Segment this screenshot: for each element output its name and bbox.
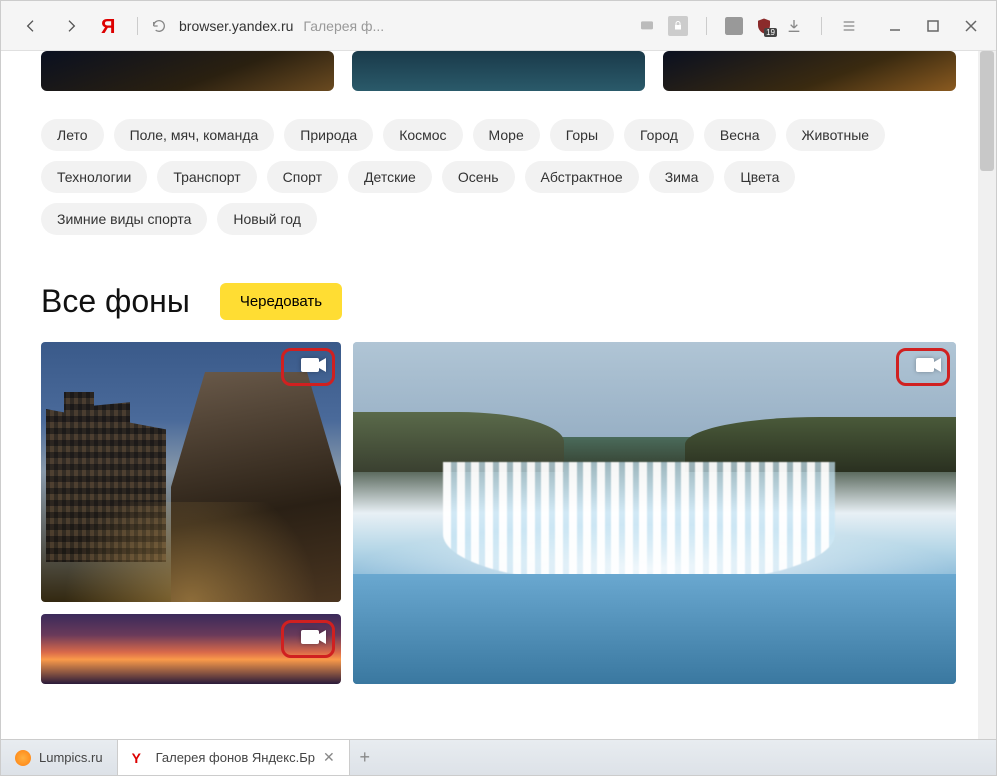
background-tile-city[interactable] — [41, 342, 341, 602]
reload-button[interactable] — [149, 16, 169, 36]
page-content: Лето Поле, мяч, команда Природа Космос Море Г… — [1, 51, 996, 739]
comment-icon[interactable] — [638, 17, 656, 35]
browser-toolbar: Я browser.yandex.ru Галерея ф... 19 — [1, 1, 996, 51]
divider — [137, 17, 138, 35]
category-tag[interactable]: Город — [624, 119, 694, 151]
shield-badge: 19 — [764, 28, 777, 37]
category-tag[interactable]: Поле, мяч, команда — [114, 119, 275, 151]
tab-bar: Lumpics.ru Y Галерея фонов Яндекс.Бр ✕ + — [1, 739, 996, 775]
arrow-left-icon — [23, 18, 39, 34]
window-controls — [880, 11, 986, 41]
heading-row: Все фоны Чередовать — [41, 283, 956, 320]
address-url: browser.yandex.ru — [179, 18, 293, 34]
address-bar[interactable]: browser.yandex.ru Галерея ф... — [179, 18, 384, 34]
tab-gallery[interactable]: Y Галерея фонов Яндекс.Бр ✕ — [118, 740, 350, 775]
minimize-button[interactable] — [880, 11, 910, 41]
extension-shield-icon[interactable]: 19 — [755, 17, 773, 35]
forward-button[interactable] — [56, 11, 86, 41]
category-tag[interactable]: Море — [473, 119, 540, 151]
reload-icon — [151, 18, 167, 34]
category-tag[interactable]: Транспорт — [157, 161, 256, 193]
new-tab-button[interactable]: + — [350, 747, 380, 768]
toolbar-right: 19 — [638, 11, 986, 41]
category-tag[interactable]: Осень — [442, 161, 515, 193]
category-tag[interactable]: Зима — [649, 161, 715, 193]
shuffle-button[interactable]: Чередовать — [220, 283, 342, 320]
tab-label: Lumpics.ru — [39, 750, 103, 765]
tag-list: Лето Поле, мяч, команда Природа Космос Море Г… — [41, 119, 956, 235]
tab-label: Галерея фонов Яндекс.Бр — [156, 750, 315, 765]
category-tag[interactable]: Технологии — [41, 161, 147, 193]
video-badge-icon — [301, 356, 327, 374]
featured-tile[interactable] — [663, 51, 956, 91]
video-badge-icon — [916, 356, 942, 374]
menu-icon[interactable] — [840, 17, 858, 35]
featured-tile[interactable] — [352, 51, 645, 91]
category-tag[interactable]: Горы — [550, 119, 614, 151]
downloads-icon[interactable] — [785, 17, 803, 35]
scrollbar-track[interactable] — [978, 51, 996, 739]
category-tag[interactable]: Спорт — [267, 161, 338, 193]
background-grid — [41, 342, 956, 684]
featured-row — [41, 51, 956, 91]
divider — [706, 17, 707, 35]
yandex-logo-icon[interactable]: Я — [101, 16, 121, 36]
favicon-icon — [15, 750, 31, 766]
category-tag[interactable]: Зимние виды спорта — [41, 203, 207, 235]
extension-lastfm-icon[interactable] — [725, 17, 743, 35]
tab-close-icon[interactable]: ✕ — [323, 749, 335, 766]
close-button[interactable] — [956, 11, 986, 41]
scrollbar-thumb[interactable] — [980, 51, 994, 171]
category-tag[interactable]: Лето — [41, 119, 104, 151]
divider — [821, 17, 822, 35]
category-tag[interactable]: Абстрактное — [525, 161, 639, 193]
category-tag[interactable]: Природа — [284, 119, 373, 151]
category-tag[interactable]: Новый год — [217, 203, 317, 235]
category-tag[interactable]: Цвета — [724, 161, 795, 193]
category-tag[interactable]: Весна — [704, 119, 776, 151]
featured-tile[interactable] — [41, 51, 334, 91]
category-tag[interactable]: Детские — [348, 161, 432, 193]
maximize-button[interactable] — [918, 11, 948, 41]
background-tile-sunset[interactable] — [41, 614, 341, 684]
page-title: Все фоны — [41, 283, 190, 320]
category-tag[interactable]: Космос — [383, 119, 462, 151]
address-title: Галерея ф... — [303, 18, 384, 34]
arrow-right-icon — [63, 18, 79, 34]
back-button[interactable] — [16, 11, 46, 41]
category-tag[interactable]: Животные — [786, 119, 886, 151]
tab-lumpics[interactable]: Lumpics.ru — [1, 740, 118, 775]
favicon-icon: Y — [132, 750, 148, 766]
lock-icon[interactable] — [668, 16, 688, 36]
video-badge-icon — [301, 628, 327, 646]
background-tile-waterfall[interactable] — [353, 342, 956, 684]
